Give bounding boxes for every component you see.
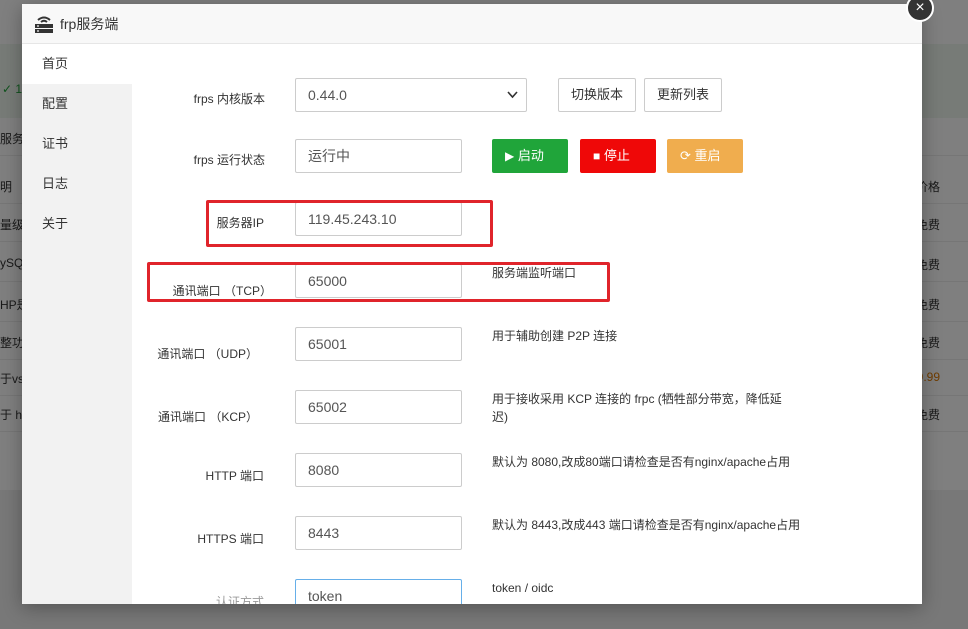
https-port-hint: 默认为 8443,改成443 端口请检查是否有nginx/apache占用	[492, 518, 801, 532]
modal-header: frp服务端	[22, 4, 922, 44]
sidebar-item-log[interactable]: 日志	[22, 164, 132, 204]
modal-content: frps 内核版本 0.44.0 切换版本 更新列表 frps 运行状态 运行中…	[132, 44, 922, 604]
auth-label: 认证方式	[215, 595, 264, 604]
udp-port-input[interactable]: 65001	[295, 327, 462, 361]
version-select-value: 0.44.0	[308, 87, 347, 103]
version-row: frps 内核版本 0.44.0 切换版本 更新列表	[132, 78, 922, 118]
restart-button-label: 重启	[694, 148, 721, 163]
start-button[interactable]: ▶ 启动	[492, 139, 568, 173]
version-select[interactable]: 0.44.0	[295, 78, 527, 112]
modal-sidebar: 首页 配置 证书 日志 关于	[22, 44, 132, 604]
http-port-label: HTTP 端口	[205, 469, 264, 483]
kcp-port-row: 通讯端口 （KCP） 65002 用于接收采用 KCP 连接的 frpc (牺牲…	[132, 390, 922, 434]
sidebar-item-label: 日志	[42, 176, 69, 191]
close-icon-glyph: ×	[915, 0, 925, 16]
sidebar-item-label: 首页	[42, 56, 69, 71]
sidebar-item-label: 配置	[42, 96, 69, 111]
frp-server-modal: frp服务端 首页 配置 证书 日志 关于 frps 内核版本 0.44.0 切…	[22, 4, 922, 604]
https-port-label: HTTPS 端口	[197, 532, 264, 546]
udp-port-hint: 用于辅助创建 P2P 连接	[492, 329, 618, 343]
auth-hint: token / oidc	[492, 581, 554, 595]
sidebar-item-label: 关于	[42, 216, 69, 231]
update-list-button[interactable]: 更新列表	[644, 78, 723, 112]
refresh-icon: ⟳	[680, 148, 691, 163]
udp-port-label: 通讯端口 （UDP）	[157, 347, 258, 361]
sidebar-item-home[interactable]: 首页	[22, 44, 132, 84]
start-button-label: 启动	[517, 148, 544, 163]
auth-row: 认证方式 token token / oidc	[132, 579, 922, 604]
https-port-row: HTTPS 端口 8443 默认为 8443,改成443 端口请检查是否有ngi…	[132, 516, 922, 556]
stop-icon: ■	[593, 149, 601, 163]
auth-input[interactable]: token	[295, 579, 462, 604]
kcp-port-label: 通讯端口 （KCP）	[157, 410, 258, 424]
kcp-port-hint: 用于接收采用 KCP 连接的 frpc (牺牲部分带宽，降低延迟)	[492, 392, 782, 424]
http-port-hint: 默认为 8080,改成80端口请检查是否有nginx/apache占用	[492, 455, 791, 469]
stop-button[interactable]: ■ 停止	[580, 139, 656, 173]
http-port-input[interactable]: 8080	[295, 453, 462, 487]
highlight-box-tcp-port	[147, 262, 610, 302]
status-row: frps 运行状态 运行中 ▶ 启动 ■ 停止 ⟳ 重启	[132, 139, 922, 179]
http-port-row: HTTP 端口 8080 默认为 8080,改成80端口请检查是否有nginx/…	[132, 453, 922, 493]
status-field: 运行中	[295, 139, 462, 173]
https-port-input[interactable]: 8443	[295, 516, 462, 550]
kcp-port-input[interactable]: 65002	[295, 390, 462, 424]
restart-button[interactable]: ⟳ 重启	[667, 139, 743, 173]
stop-button-label: 停止	[603, 148, 630, 163]
udp-port-row: 通讯端口 （UDP） 65001 用于辅助创建 P2P 连接	[132, 327, 922, 367]
sidebar-item-label: 证书	[42, 136, 69, 151]
frp-logo-icon	[32, 12, 56, 36]
modal-title: frp服务端	[60, 15, 119, 32]
play-icon: ▶	[505, 149, 515, 163]
version-label: frps 内核版本	[193, 92, 265, 106]
status-label: frps 运行状态	[193, 153, 265, 167]
highlight-box-server-ip	[206, 200, 493, 247]
chevron-down-icon	[507, 79, 518, 124]
switch-version-button[interactable]: 切换版本	[558, 78, 637, 112]
